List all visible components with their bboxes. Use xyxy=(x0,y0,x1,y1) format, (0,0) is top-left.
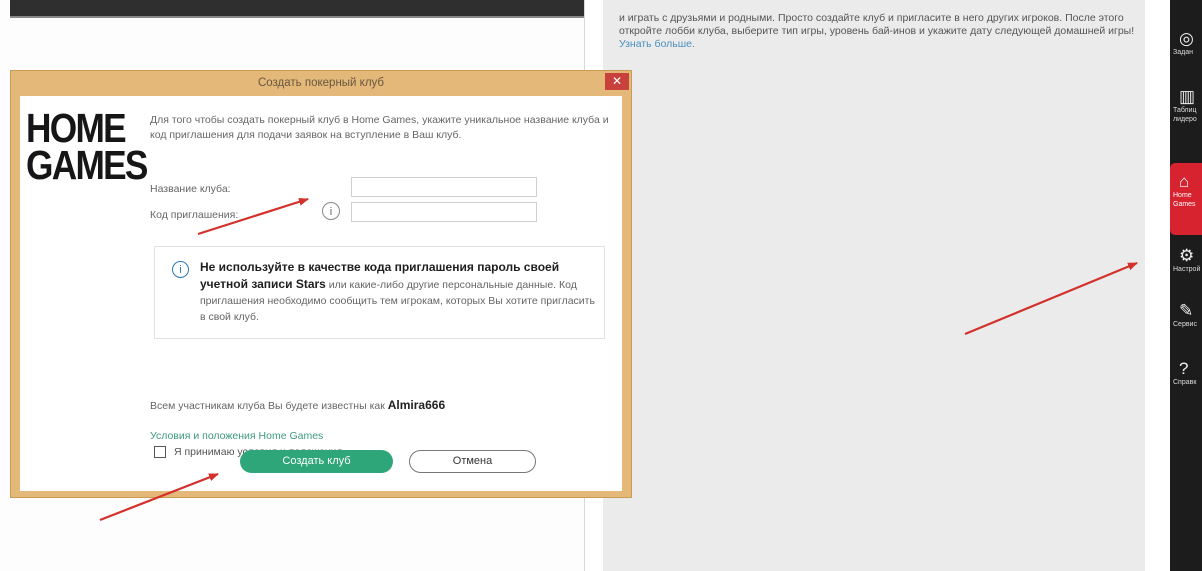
sidebar-item-services[interactable]: ✎ Сервис xyxy=(1170,302,1202,329)
sidebar-item-label: Задан xyxy=(1173,49,1193,56)
gear-icon: ⚙ xyxy=(1179,246,1195,265)
learn-more-link[interactable]: Узнать больше. xyxy=(619,38,695,50)
sidebar-item-help[interactable]: ? Справк xyxy=(1170,360,1202,387)
help-icon: ? xyxy=(1179,359,1189,378)
home-icon: ⌂ xyxy=(1179,172,1190,191)
info-icon[interactable]: i xyxy=(322,202,340,220)
right-gap xyxy=(1145,0,1170,571)
logo-line: GAMES xyxy=(26,142,148,188)
club-name-label: Название клуба: xyxy=(150,183,231,195)
home-games-info-panel: и играть с друзьями и родными. Просто со… xyxy=(603,0,1145,571)
target-icon: ◎ xyxy=(1179,29,1194,48)
dialog-body: HOME GAMES Для того чтобы создать покерн… xyxy=(20,96,622,491)
invite-code-label: Код приглашения: xyxy=(150,209,239,221)
wrench-icon: ✎ xyxy=(1179,301,1194,320)
club-name-input[interactable] xyxy=(351,177,537,197)
warning-box: i Не используйте в качестве кода приглаш… xyxy=(154,246,605,339)
warning-text: Не используйте в качестве кода приглашен… xyxy=(200,259,595,325)
sidebar-item-label: Настрой xyxy=(1173,266,1201,273)
dialog-title: Создать покерный клуб xyxy=(257,77,385,89)
right-sidebar: ◎ Задан ▥ Таблиц лидеро ⌂ Home Games ⚙ Н… xyxy=(1170,0,1202,571)
close-button[interactable]: ✕ xyxy=(605,73,629,90)
accept-terms-checkbox[interactable] xyxy=(154,446,166,459)
invite-code-input[interactable] xyxy=(351,202,537,222)
description-text: и играть с друзьями и родными. Просто со… xyxy=(619,12,1135,37)
known-as-prefix: Всем участникам клуба Вы будете известны… xyxy=(150,400,388,412)
top-dark-bar xyxy=(10,0,584,18)
intro-text: Для того чтобы создать покерный клуб в H… xyxy=(150,114,609,141)
sidebar-item-home-games[interactable]: ⌂ Home Games xyxy=(1170,163,1202,235)
username: Almira666 xyxy=(387,398,446,412)
info-icon: i xyxy=(172,261,189,278)
sidebar-item-leaderboards[interactable]: ▥ Таблиц лидеро xyxy=(1170,88,1202,124)
create-club-dialog: Создать покерный клуб ✕ HOME GAMES Для т… xyxy=(10,70,632,498)
sidebar-item-label: Таблиц лидеро xyxy=(1173,107,1197,123)
sidebar-item-label: Home Games xyxy=(1173,192,1196,208)
cancel-button[interactable]: Отмена xyxy=(409,450,536,473)
leaderboard-icon: ▥ xyxy=(1179,87,1196,106)
sidebar-item-label: Справк xyxy=(1173,379,1197,386)
sidebar-item-tasks[interactable]: ◎ Задан xyxy=(1170,30,1202,57)
terms-link[interactable]: Условия и положения Home Games xyxy=(150,430,323,442)
sidebar-item-settings[interactable]: ⚙ Настрой xyxy=(1170,247,1202,274)
create-club-button[interactable]: Создать клуб xyxy=(240,450,393,473)
home-games-description: и играть с друзьями и родными. Просто со… xyxy=(619,12,1139,51)
home-games-logo: HOME GAMES xyxy=(26,108,148,188)
sidebar-item-label: Сервис xyxy=(1173,321,1197,328)
known-as-text: Всем участникам клуба Вы будете известны… xyxy=(150,398,445,412)
